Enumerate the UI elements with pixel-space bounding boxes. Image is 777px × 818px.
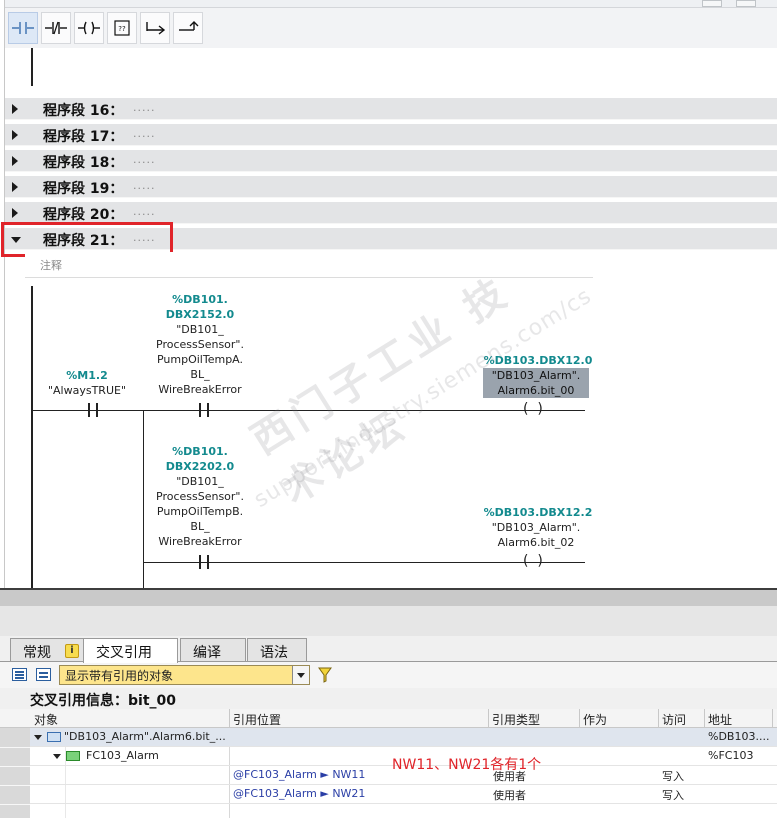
- normally-open-contact[interactable]: [190, 555, 218, 569]
- tab-compile[interactable]: 编译: [180, 638, 246, 662]
- row-gutter: [0, 728, 30, 818]
- empty-box-icon[interactable]: ??: [107, 12, 137, 44]
- network-comment-dots: .....: [133, 179, 156, 192]
- collapse-all-icon[interactable]: [36, 668, 51, 681]
- table-row[interactable]: @FC103_Alarm ► NW21 使用者 写入: [30, 785, 777, 804]
- object-cell: FC103_Alarm: [86, 749, 159, 762]
- previous-network-area: [5, 48, 777, 98]
- output-coil[interactable]: ( ): [523, 402, 551, 418]
- column-header[interactable]: 作为: [583, 711, 607, 728]
- address-cell: %DB103....: [708, 730, 770, 743]
- column-header[interactable]: 引用类型: [492, 711, 540, 728]
- close-icon[interactable]: [736, 0, 756, 7]
- filter-toolbar: 显示带有引用的对象: [0, 662, 777, 688]
- normally-open-contact[interactable]: [190, 403, 218, 417]
- operand-address[interactable]: %DB101. DBX2202.0: [145, 444, 255, 474]
- coil-icon[interactable]: [74, 12, 104, 44]
- network-title: 程序段 17：: [43, 129, 124, 145]
- expand-arrow-icon[interactable]: [12, 104, 18, 114]
- reference-location-link[interactable]: @FC103_Alarm ► NW21: [233, 787, 365, 800]
- left-power-rail: [31, 286, 33, 588]
- network-comment-dots: .....: [133, 101, 156, 114]
- info-icon: i: [65, 644, 79, 658]
- network-18-header[interactable]: 程序段 18： .....: [5, 150, 777, 172]
- network-comment-dots: .....: [133, 127, 156, 140]
- close-branch-icon[interactable]: [173, 12, 203, 44]
- operand-symbol[interactable]: "DB101_ ProcessSensor". PumpOilTempB. BL_ Wi…: [135, 474, 265, 549]
- red-annotation: NW11、NW21各有1个: [392, 757, 542, 773]
- ladder-editor: ?? 程序段 16： ..... 程序段 17： ..... 程序段 18： .…: [0, 0, 777, 592]
- operand-address[interactable]: %M1.2: [47, 368, 127, 383]
- network-title: 程序段 16：: [43, 103, 124, 119]
- reference-type-cell: 使用者: [493, 789, 526, 802]
- minimize-icon[interactable]: [702, 0, 722, 7]
- function-block-icon: [66, 751, 80, 761]
- reference-location-link[interactable]: @FC103_Alarm ► NW11: [233, 768, 365, 781]
- network-comment-dots: .....: [133, 205, 156, 218]
- network-17-header[interactable]: 程序段 17： .....: [5, 124, 777, 146]
- expand-all-icon[interactable]: [12, 668, 27, 681]
- expand-arrow-icon[interactable]: [12, 130, 18, 140]
- network-19-header[interactable]: 程序段 19： .....: [5, 176, 777, 198]
- network-title: 程序段 18：: [43, 155, 124, 171]
- ladder-diagram: %M1.2 "AlwaysTRUE" %DB101. DBX2152.0 "DB1…: [5, 278, 777, 588]
- network-title: 程序段 20：: [43, 207, 124, 223]
- comment-placeholder: 注释: [40, 259, 62, 272]
- collapse-arrow-icon[interactable]: [34, 735, 42, 740]
- network-16-header[interactable]: 程序段 16： .....: [5, 98, 777, 120]
- filter-funnel-icon[interactable]: [318, 667, 332, 683]
- filter-select[interactable]: 显示带有引用的对象: [59, 665, 310, 685]
- panel-splitter[interactable]: [0, 588, 777, 606]
- open-branch-icon[interactable]: [140, 12, 170, 44]
- coil-symbol[interactable]: "DB103_Alarm". Alarm6.bit_02: [483, 520, 589, 550]
- cross-reference-table: 对象 引用位置 引用类型 作为 访问 地址 "DB103_Alarm".Alar…: [0, 709, 777, 818]
- access-cell: 写入: [662, 770, 684, 783]
- expand-arrow-icon[interactable]: [12, 182, 18, 192]
- normally-open-contact-icon[interactable]: [8, 12, 38, 44]
- access-cell: 写入: [662, 789, 684, 802]
- object-cell: "DB103_Alarm".Alarm6.bit_...: [64, 730, 226, 743]
- address-cell: %FC103: [708, 749, 754, 762]
- column-header[interactable]: 对象: [34, 711, 58, 728]
- normally-open-contact[interactable]: [79, 403, 107, 417]
- tab-syntax[interactable]: 语法: [247, 638, 307, 662]
- inspector-panel: 常规 i 交叉引用 编译 语法 显示带有引用的对象 交叉引用信息：bit_00 …: [0, 636, 777, 818]
- operand-symbol[interactable]: "AlwaysTRUE": [37, 383, 137, 398]
- coil-address[interactable]: %DB103.DBX12.0: [483, 353, 593, 368]
- rung-1-wire: [33, 410, 585, 411]
- network-comment-dots: .....: [133, 153, 156, 166]
- output-coil[interactable]: ( ): [523, 554, 551, 570]
- top-strip: [5, 0, 777, 8]
- network-comment-field[interactable]: 注释: [25, 252, 593, 278]
- inspector-header-gap: [0, 606, 777, 636]
- filter-select-value: 显示带有引用的对象: [65, 669, 174, 683]
- operand-symbol[interactable]: "DB101_ ProcessSensor". PumpOilTempA. BL_ Wi…: [135, 322, 265, 397]
- db-tag-icon: [47, 732, 61, 742]
- column-header[interactable]: 访问: [662, 711, 686, 728]
- coil-address[interactable]: %DB103.DBX12.2: [483, 505, 593, 520]
- tab-cross-references[interactable]: 交叉引用: [83, 638, 178, 663]
- operand-address[interactable]: %DB101. DBX2152.0: [145, 292, 255, 322]
- collapse-arrow-icon[interactable]: [53, 754, 61, 759]
- table-header: 对象 引用位置 引用类型 作为 访问 地址: [0, 709, 777, 728]
- normally-closed-contact-icon[interactable]: [41, 12, 71, 44]
- expand-arrow-icon[interactable]: [12, 156, 18, 166]
- svg-text:??: ??: [118, 25, 126, 33]
- tab-general[interactable]: 常规 i: [10, 638, 84, 662]
- network-20-header[interactable]: 程序段 20： .....: [5, 202, 777, 224]
- network-title: 程序段 19：: [43, 181, 124, 197]
- column-header[interactable]: 地址: [708, 711, 732, 728]
- expand-arrow-icon[interactable]: [12, 208, 18, 218]
- chevron-down-icon[interactable]: [292, 666, 309, 684]
- cross-reference-title: 交叉引用信息：bit_00: [30, 693, 176, 709]
- column-header[interactable]: 引用位置: [233, 711, 281, 728]
- power-rail: [31, 48, 33, 86]
- table-row[interactable]: "DB103_Alarm".Alarm6.bit_... %DB103....: [30, 728, 777, 747]
- coil-symbol-selected[interactable]: "DB103_Alarm". Alarm6.bit_00: [483, 368, 589, 398]
- ladder-toolbar: ??: [5, 8, 777, 48]
